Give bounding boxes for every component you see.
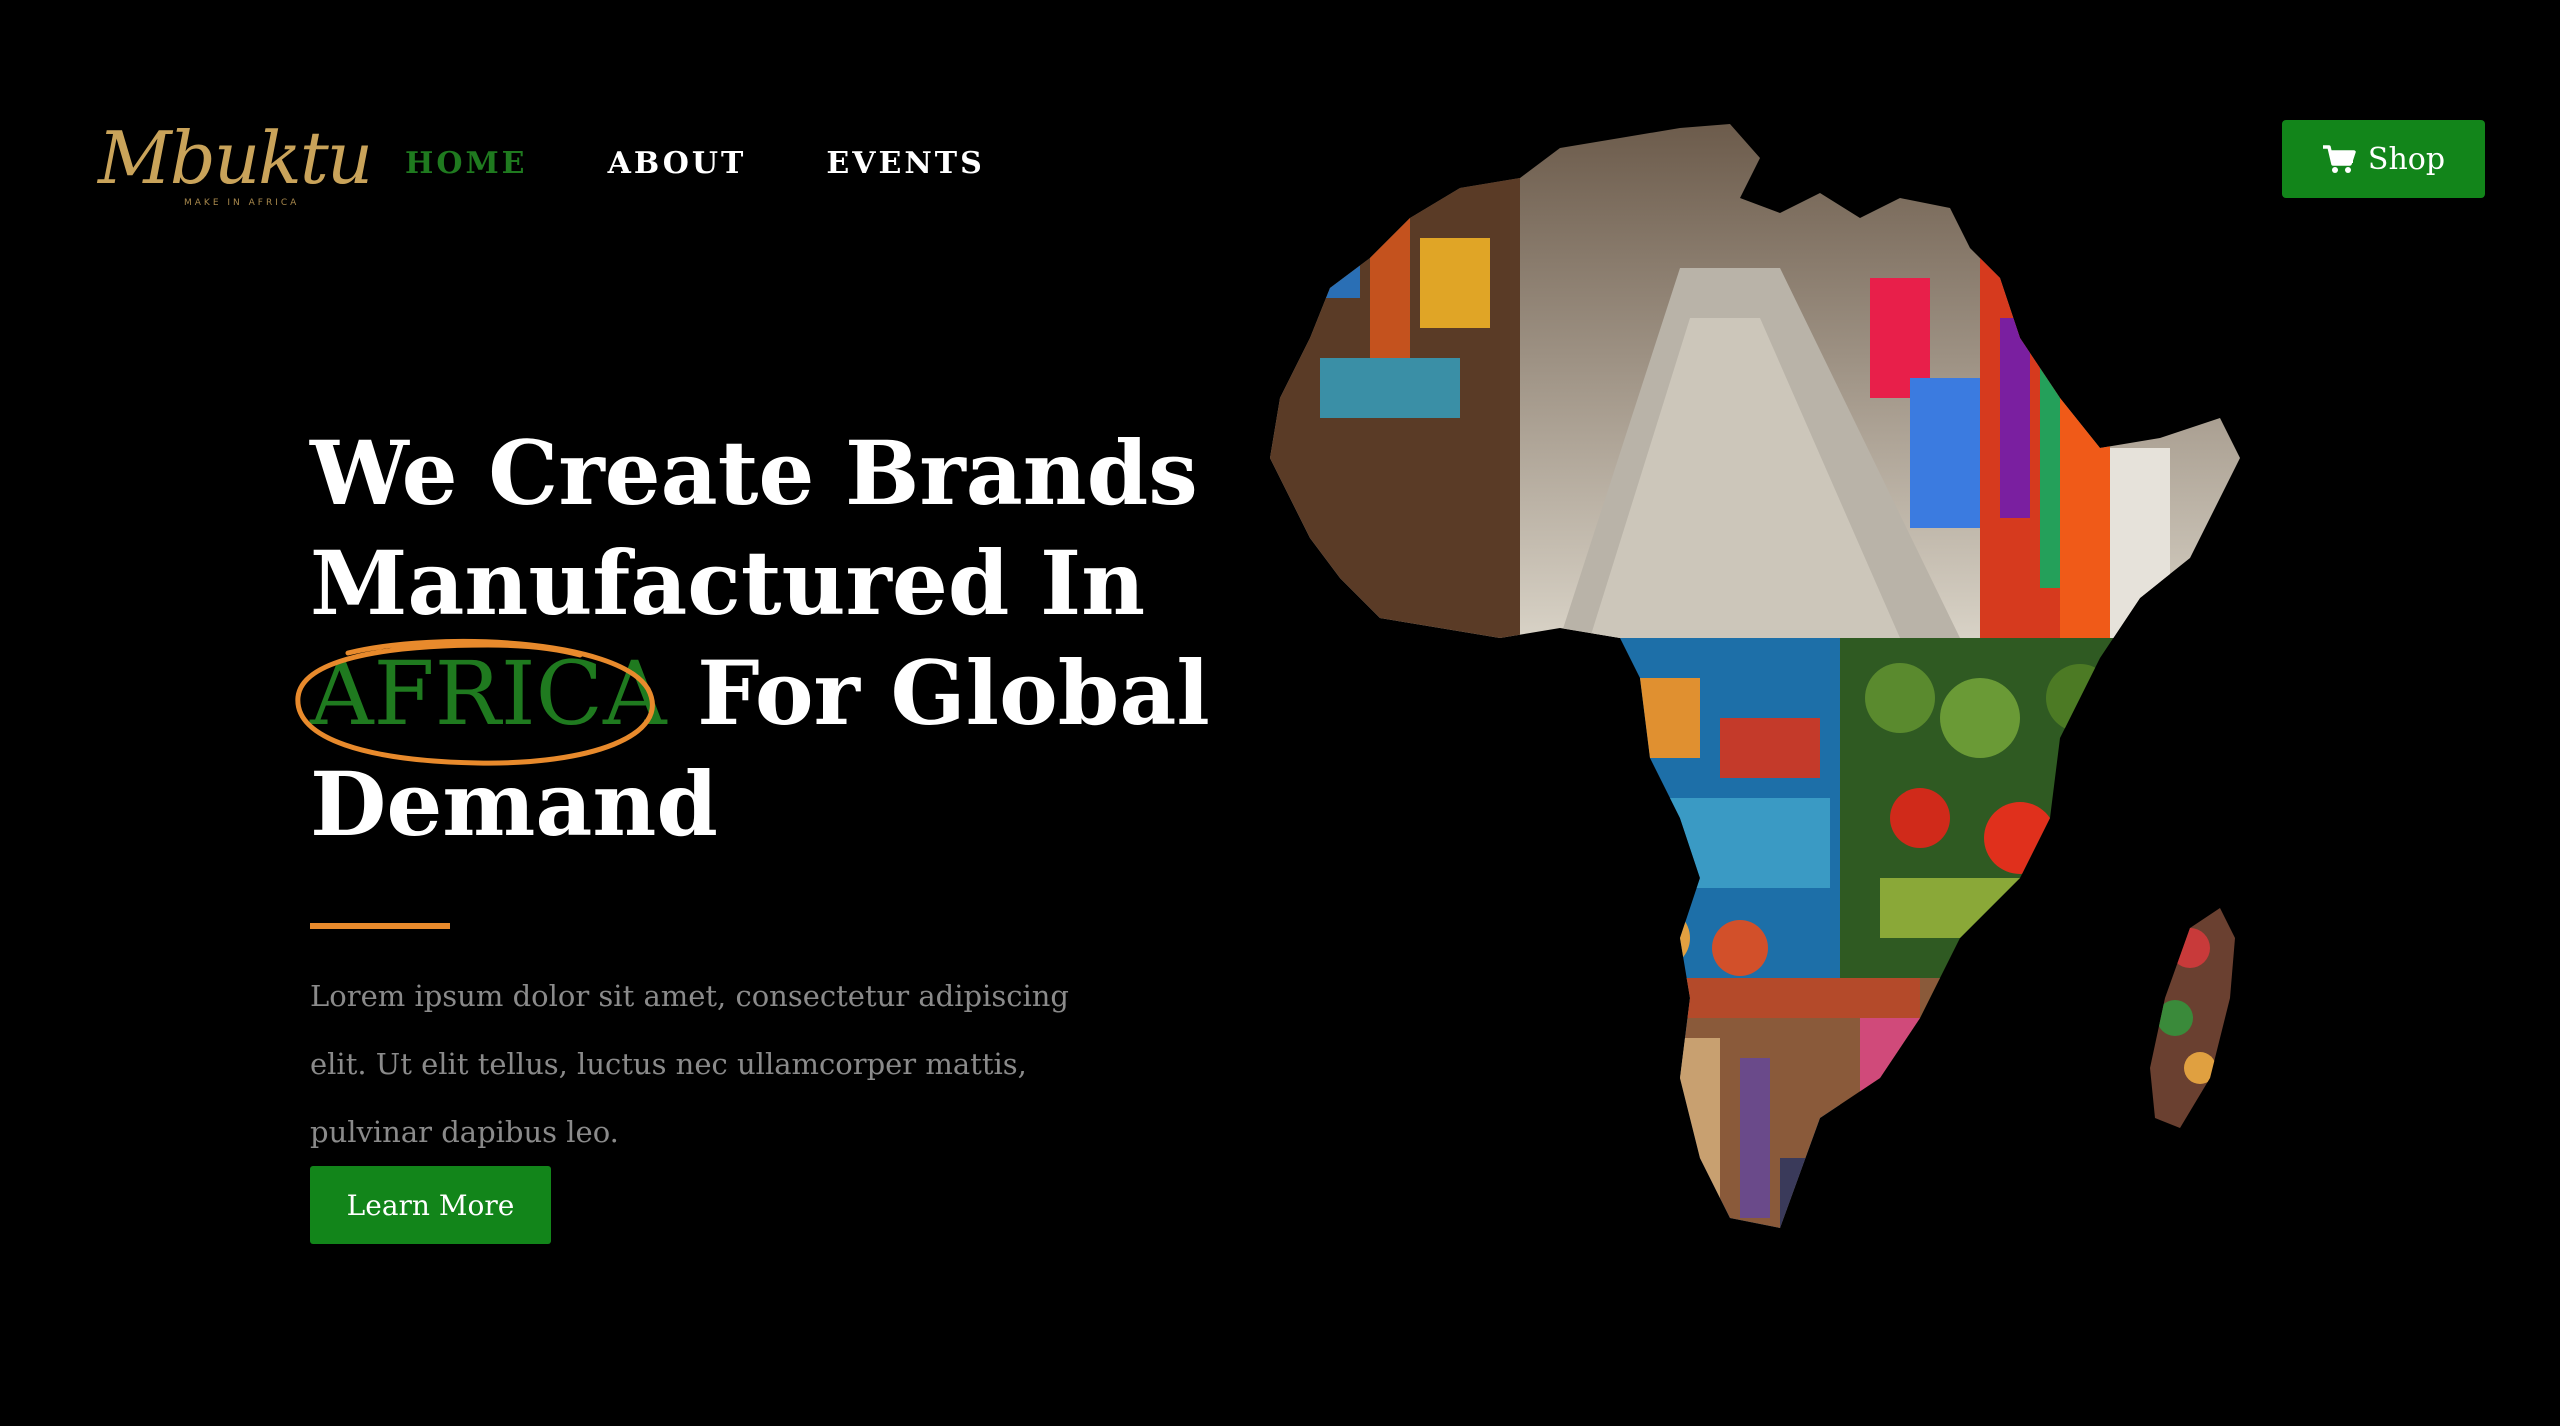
accent-divider	[310, 923, 450, 929]
nav-item-about[interactable]: ABOUT	[608, 146, 747, 181]
hero-headline: We Create Brands Manufactured In AFRICA …	[295, 418, 1210, 859]
headline-line-2: Manufactured In	[310, 531, 1146, 635]
headline-highlight: AFRICA	[295, 639, 667, 766]
nav-item-events[interactable]: EVENTS	[826, 146, 984, 181]
brand-logo[interactable]: Mbuktu MAKE IN AFRICA	[98, 118, 373, 214]
headline-line-1: We Create Brands	[310, 421, 1198, 525]
main-nav: HOME ABOUT EVENTS	[405, 146, 985, 181]
shop-button[interactable]: Shop	[2282, 120, 2485, 198]
headline-highlight-word: AFRICA	[310, 642, 667, 745]
landing-page: Mbuktu MAKE IN AFRICA HOME ABOUT EVENTS …	[0, 0, 2560, 1426]
africa-market-map-image	[1270, 124, 2240, 1228]
logo-wordmark: Mbuktu	[98, 116, 373, 200]
shop-button-label: Shop	[2367, 141, 2446, 177]
nav-item-home[interactable]: HOME	[405, 146, 528, 181]
hero-description: Lorem ipsum dolor sit amet, consectetur …	[310, 979, 1069, 1149]
logo-tagline: MAKE IN AFRICA	[184, 198, 300, 208]
learn-more-button[interactable]: Learn More	[310, 1166, 551, 1244]
cart-icon	[2322, 145, 2356, 173]
headline-line-4: Demand	[310, 752, 718, 856]
headline-line-3: For Global	[697, 641, 1210, 745]
